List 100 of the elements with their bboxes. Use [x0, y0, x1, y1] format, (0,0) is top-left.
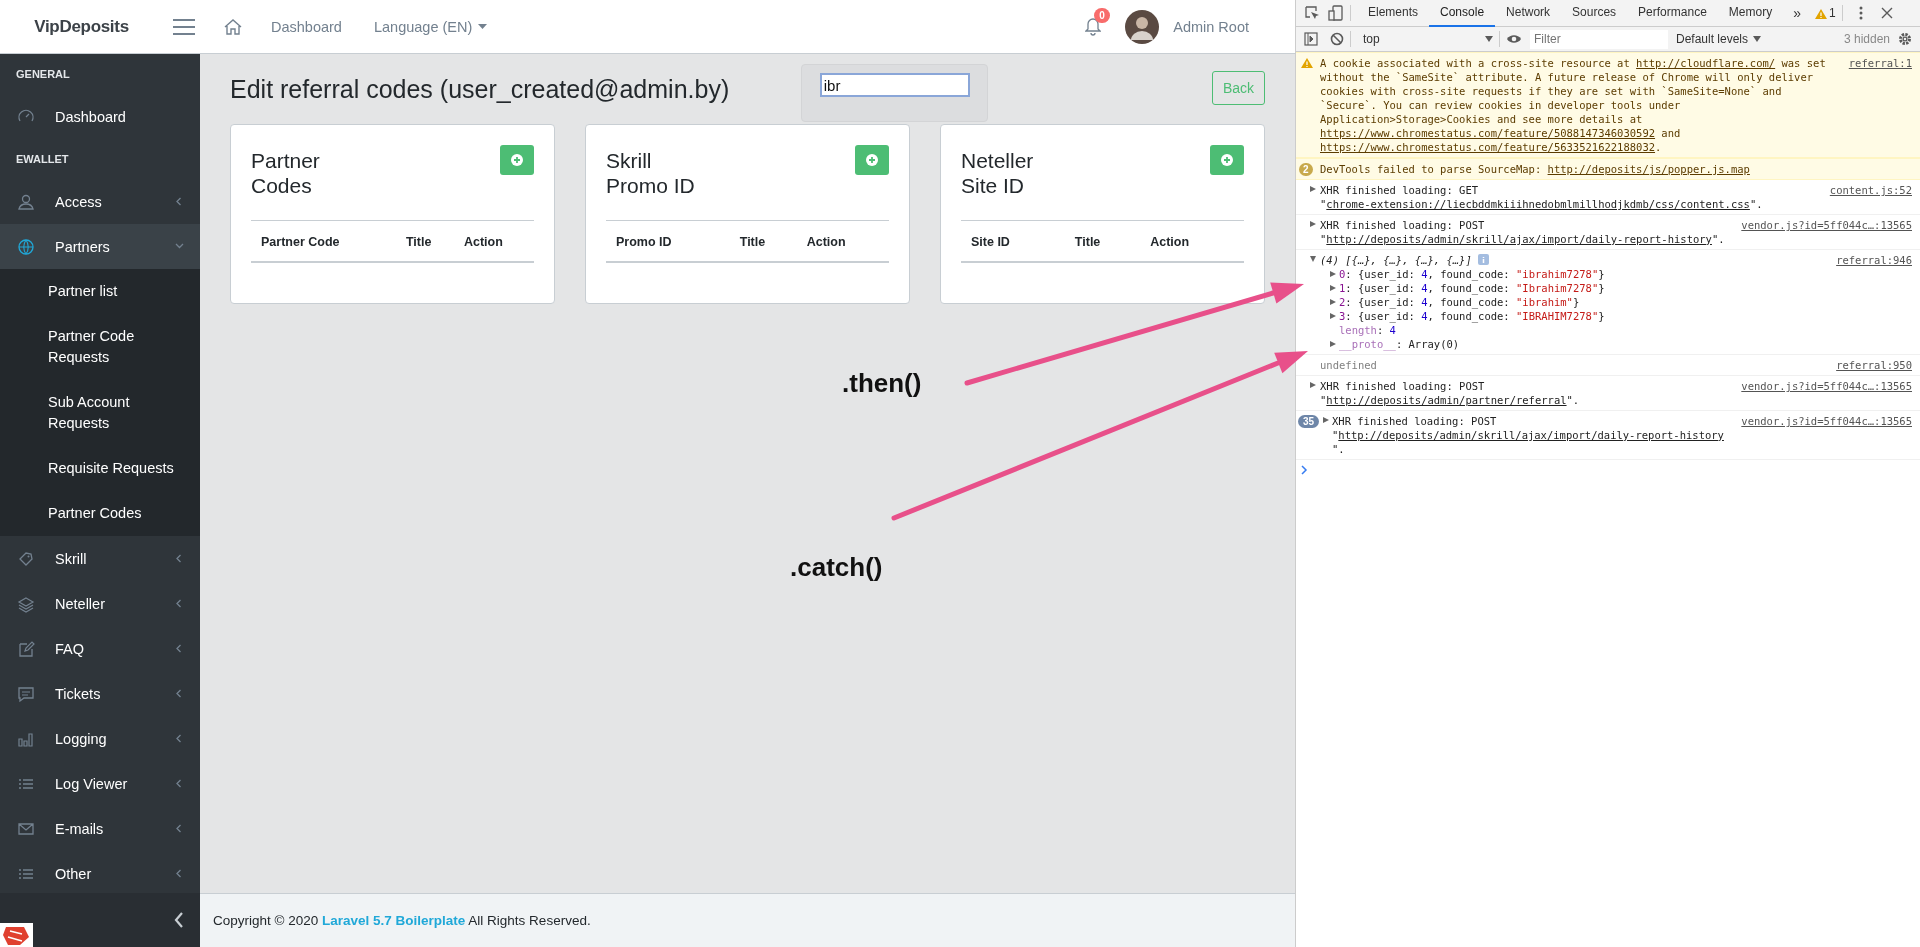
source-link[interactable]: content.js:52	[1829, 183, 1912, 197]
collapsed-triangle-icon[interactable]	[1330, 313, 1336, 319]
console-message: XHR finished loading: GET "chrome-extension://liecbddmkiiihnedobmlmillhodjkdmb/css/content.css".	[1320, 183, 1764, 211]
object-property: length: 4	[1339, 324, 1396, 336]
devtools-tab[interactable]: Elements	[1357, 0, 1430, 27]
logo: VipDeposits	[34, 16, 129, 36]
sidebar-item[interactable]: Skrill	[0, 536, 200, 581]
collapsed-triangle-icon[interactable]	[1330, 299, 1336, 305]
sidebar-item[interactable]: Partners	[0, 224, 200, 269]
globe-icon	[17, 237, 35, 256]
person-icon	[17, 192, 35, 211]
user-name[interactable]: Admin Root	[1173, 18, 1249, 35]
sidebar-item[interactable]: Logging	[0, 716, 200, 761]
inspect-icon[interactable]	[1304, 5, 1320, 21]
collapsed-triangle-icon[interactable]	[1310, 186, 1316, 192]
prompt-icon[interactable]	[1301, 465, 1308, 475]
count-badge: 35	[1298, 415, 1320, 428]
devtools-tab[interactable]: Sources	[1561, 0, 1628, 27]
link[interactable]: http://cloudflare.com/	[1636, 57, 1776, 69]
plus-circle-icon	[511, 154, 523, 166]
sidebar-item[interactable]: Tickets	[0, 671, 200, 716]
info-icon	[1477, 254, 1489, 265]
chevron-icon	[175, 869, 184, 878]
link[interactable]: http://deposits/admin/skrill/ajax/import/daily-report-history	[1326, 233, 1712, 245]
extension-icon[interactable]	[0, 923, 33, 947]
warning-counter[interactable]: 1	[1814, 6, 1836, 20]
collapsed-triangle-icon[interactable]	[1323, 417, 1329, 423]
source-link[interactable]: vendor.js?id=5ff044c…:13565	[1741, 414, 1912, 428]
submenu-item[interactable]: Partner Codes	[48, 491, 183, 536]
object-property: 3: {user_id: 4, found_code: "IBRAHIM7278"}	[1339, 310, 1605, 322]
settings-icon[interactable]	[1898, 32, 1912, 46]
column-header: Title	[1064, 221, 1141, 262]
more-tabs-button[interactable]: »	[1785, 5, 1809, 21]
plus-circle-icon	[866, 154, 878, 166]
sidebar-item[interactable]: Other	[0, 851, 200, 893]
context-dropdown[interactable]: top	[1363, 32, 1493, 46]
sidebar-item[interactable]: Access	[0, 179, 200, 224]
page-title: Edit referral codes (user_created@admin.by)	[230, 74, 730, 104]
sidebar-item[interactable]: Log Viewer	[0, 761, 200, 806]
close-icon[interactable]	[1880, 7, 1893, 19]
clear-icon[interactable]	[1330, 32, 1344, 46]
warning-icon	[1301, 57, 1313, 68]
source-link[interactable]: referral:1	[1848, 56, 1912, 70]
devtools-tab[interactable]: Memory	[1717, 0, 1784, 27]
devtools-tab[interactable]: Performance	[1627, 0, 1718, 27]
chevron-icon	[175, 599, 184, 608]
chevron-icon	[175, 644, 184, 653]
sidebar-item[interactable]: FAQ	[0, 626, 200, 671]
chevron-icon	[175, 689, 184, 698]
filter-field[interactable]: Filter	[1530, 29, 1668, 49]
source-link[interactable]: vendor.js?id=5ff044c…:13565	[1741, 379, 1912, 393]
levels-dropdown[interactable]: Default levels	[1676, 32, 1762, 46]
submenu-item[interactable]: Partner list	[48, 269, 183, 314]
caret-icon	[1485, 36, 1493, 42]
search-field[interactable]: ibr	[819, 73, 970, 97]
sidebar-item[interactable]: Dashboard	[0, 94, 200, 139]
sidebar-item[interactable]: Neteller	[0, 581, 200, 626]
card-title: Skrill Promo ID	[606, 148, 696, 198]
source-link[interactable]: referral:950	[1836, 358, 1912, 372]
card-title: Partner Codes	[251, 148, 321, 198]
pencil-icon	[17, 639, 35, 658]
device-icon[interactable]	[1328, 5, 1344, 21]
more-options-icon[interactable]	[1858, 6, 1863, 20]
avatar-icon[interactable]	[1125, 9, 1160, 44]
source-link[interactable]: vendor.js?id=5ff044c…:13565	[1741, 218, 1912, 232]
link[interactable]: https://www.chromestatus.com/feature/5633521622188032	[1320, 141, 1656, 153]
submenu-item[interactable]: Partner Code Requests	[48, 314, 183, 380]
collapsed-triangle-icon[interactable]	[1310, 221, 1316, 227]
language-dropdown[interactable]: Language (EN)	[373, 18, 488, 35]
bell-icon[interactable]	[1085, 17, 1102, 36]
link[interactable]: chrome-extension://liecbddmkiiihnedobmlmillhodjkdmb/css/content.css	[1326, 198, 1750, 210]
link[interactable]: https://www.chromestatus.com/feature/5088147346030592	[1320, 127, 1656, 139]
tag-icon	[17, 549, 35, 568]
home-icon[interactable]	[223, 16, 243, 37]
expanded-triangle-icon[interactable]	[1310, 256, 1316, 262]
object-property: 2: {user_id: 4, found_code: "ibrahim"}	[1339, 296, 1580, 308]
collapsed-triangle-icon[interactable]	[1330, 341, 1336, 347]
chevron-icon	[175, 824, 184, 833]
collapsed-triangle-icon[interactable]	[1330, 285, 1336, 291]
console-message: XHR finished loading: POST "http://deposits/admin/skrill/ajax/import/daily-report-history ".	[1332, 414, 1725, 456]
console-message: XHR finished loading: POST "http://deposits/admin/skrill/ajax/import/daily-report-history".	[1320, 218, 1726, 246]
devtools-tab[interactable]: Network	[1495, 0, 1562, 27]
link[interactable]: http://deposits/admin/skrill/ajax/import/daily-report-history	[1338, 429, 1724, 441]
submenu-item[interactable]: Sub Account Requests	[48, 380, 183, 446]
sidebar-item[interactable]: E-mails	[0, 806, 200, 851]
sidebar-toggle-icon[interactable]	[1304, 32, 1318, 46]
eye-icon[interactable]	[1506, 33, 1522, 45]
link[interactable]: http://deposits/admin/partner/referral	[1326, 394, 1567, 406]
source-link[interactable]: referral:946	[1836, 253, 1912, 267]
chevron-icon[interactable]	[174, 912, 184, 928]
caret-icon	[1753, 36, 1762, 42]
console-message: undefined	[1320, 358, 1378, 372]
collapsed-triangle-icon[interactable]	[1330, 271, 1336, 277]
submenu-item[interactable]: Requisite Requests	[48, 446, 183, 491]
link[interactable]: http://deposits/js/popper.js.map	[1547, 163, 1750, 175]
nav-link[interactable]: Dashboard	[271, 18, 342, 35]
chevron-icon	[175, 779, 184, 788]
console-message: DevTools failed to parse SourceMap: http://deposits/js/popper.js.map	[1320, 162, 1751, 176]
card-title: Neteller Site ID	[961, 148, 1035, 198]
collapsed-triangle-icon[interactable]	[1310, 382, 1316, 388]
